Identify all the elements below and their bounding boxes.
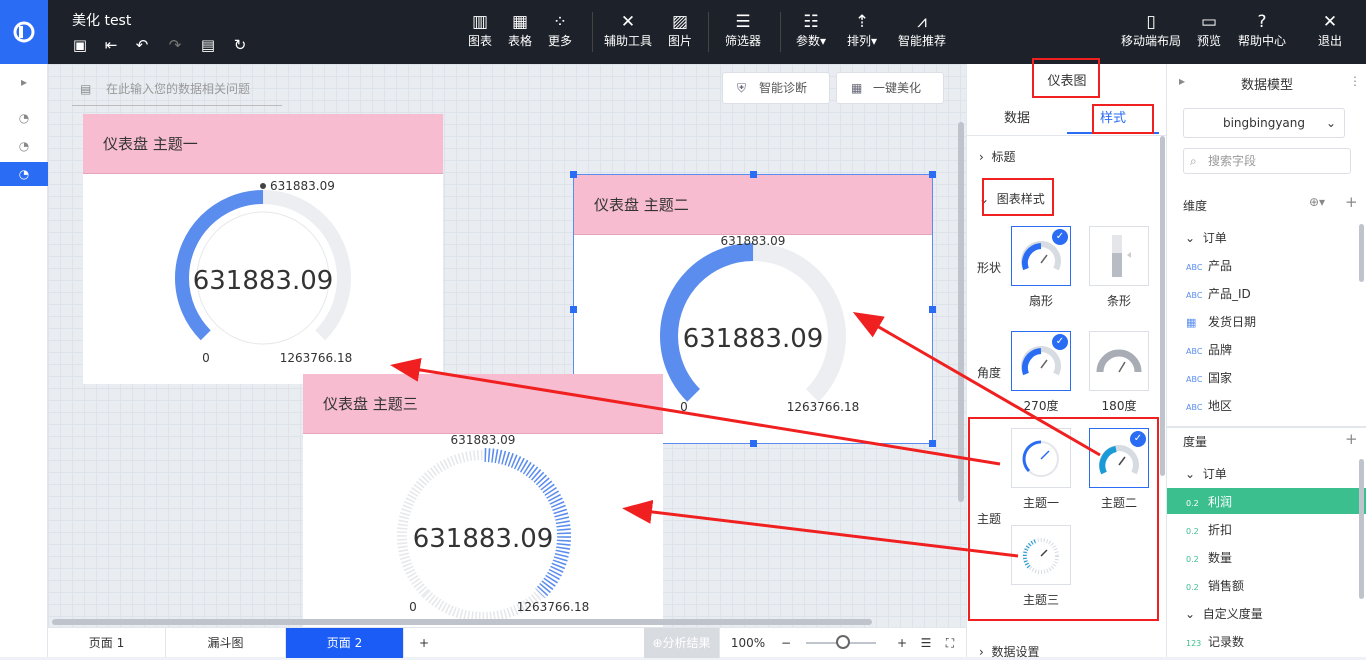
fit-width-icon[interactable]: ☰ — [916, 628, 936, 658]
chevron-down-icon: ⌄ — [1185, 467, 1203, 481]
dimensions-label: 维度 — [1183, 199, 1208, 213]
zoom-in-icon[interactable]: + — [892, 628, 912, 658]
zoom-slider-handle[interactable] — [836, 635, 850, 649]
field-item[interactable]: 123 记录数 — [1186, 633, 1244, 650]
measure-group[interactable]: ⌄ 订单 — [1185, 465, 1227, 482]
chevron-down-icon: ⌄ — [1185, 231, 1203, 245]
field-item[interactable]: 0.2 折扣 — [1186, 521, 1232, 538]
fit-screen-icon[interactable]: ⛶ — [940, 628, 960, 658]
field-search-input[interactable]: ⌕ 搜索字段 — [1183, 148, 1351, 174]
field-item[interactable]: ABC 产品 — [1186, 257, 1232, 274]
measure-scrollbar[interactable] — [1359, 459, 1364, 599]
field-item[interactable]: ABC 国家 — [1186, 369, 1232, 386]
field-item[interactable]: ABC 产品_ID — [1186, 285, 1251, 302]
datasource-select[interactable]: bingbingyang ⌄ — [1183, 108, 1345, 138]
field-item[interactable]: 0.2 数量 — [1186, 549, 1232, 566]
zoom-out-icon[interactable]: − — [776, 628, 796, 658]
more-options-icon[interactable]: ⋮ — [1349, 74, 1361, 88]
model-header: 数据模型 — [1240, 78, 1293, 93]
field-item-selected[interactable]: 0.2 利润 — [1186, 493, 1232, 510]
custom-measure-group[interactable]: ⌄ 自定义度量 — [1185, 605, 1263, 622]
chevron-down-icon: ⌄ — [1185, 607, 1203, 621]
field-item[interactable]: ABC 地区 — [1186, 397, 1232, 414]
dimension-group[interactable]: ⌄ 订单 — [1185, 229, 1227, 246]
search-icon: ⌕ — [1190, 154, 1197, 168]
add-measure-icon[interactable]: + — [1345, 430, 1358, 448]
measures-label: 度量 — [1183, 435, 1208, 449]
add-dimension-icon[interactable]: + — [1345, 193, 1358, 211]
analysis-result-button[interactable]: ⊕分析结果 — [644, 628, 720, 658]
field-item[interactable]: 0.2 销售额 — [1186, 577, 1244, 594]
field-item[interactable]: ▦ 发货日期 — [1186, 313, 1256, 330]
chevron-down-icon: ⌄ — [1325, 116, 1336, 130]
zoom-level: 100% — [730, 636, 766, 650]
data-model-panel: ▸ 数据模型 ⋮ bingbingyang ⌄ ⌕ 搜索字段 维度 ⊕▾ + ⌄ 订… — [1166, 64, 1366, 657]
dimension-scrollbar[interactable] — [1359, 224, 1364, 282]
calendar-icon: ▦ — [1186, 316, 1197, 329]
analysis-icon: ⊕ — [652, 636, 663, 650]
globe-icon[interactable]: ⊕▾ — [1309, 195, 1325, 209]
field-item[interactable]: ABC 品牌 — [1186, 341, 1232, 358]
page-tab[interactable]: 页面 1 — [48, 628, 166, 658]
page-tabs-bar: 页面 1 漏斗图 页面 2 + ⊕分析结果 100% − + ☰ ⛶ — [48, 627, 966, 658]
annotation-arrows — [390, 311, 1101, 558]
page-tab-active[interactable]: 页面 2 — [286, 628, 404, 658]
page-tab[interactable]: 漏斗图 — [166, 628, 286, 658]
add-page-button[interactable]: + — [404, 628, 444, 658]
